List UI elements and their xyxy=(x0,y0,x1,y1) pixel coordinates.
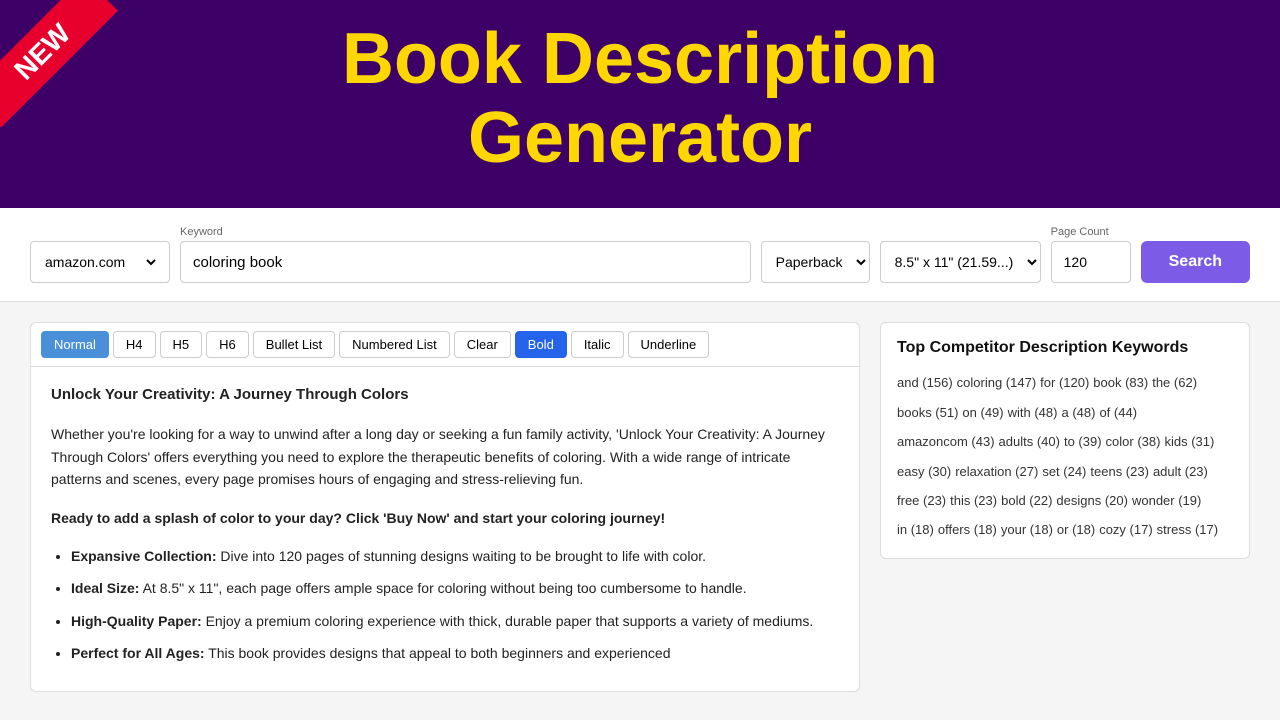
keyword-tag: color (38) xyxy=(1106,430,1161,453)
toolbar-h6[interactable]: H6 xyxy=(206,331,249,358)
keyword-tag: coloring (147) xyxy=(957,371,1037,394)
bullet-text-0: Dive into 120 pages of stunning designs … xyxy=(220,548,706,564)
keywords-title: Top Competitor Description Keywords xyxy=(897,339,1233,357)
bullet-text-3: This book provides designs that appeal t… xyxy=(208,645,670,661)
keyword-tag: or (18) xyxy=(1057,518,1095,541)
editor-body: Whether you're looking for a way to unwi… xyxy=(51,423,839,490)
keyword-tag: of (44) xyxy=(1099,401,1137,424)
keyword-tag: your (18) xyxy=(1001,518,1053,541)
marketplace-field: amazon.com amazon.co.uk amazon.de xyxy=(30,238,170,283)
keyword-input[interactable] xyxy=(180,241,751,283)
new-badge-text: NEW xyxy=(0,0,118,127)
page-count-input[interactable] xyxy=(1051,241,1131,283)
search-bar: amazon.com amazon.co.uk amazon.de Keywor… xyxy=(0,208,1280,302)
size-select[interactable]: 8.5" x 11" (21.59...) 6" x 9" 5" x 8" xyxy=(880,241,1041,283)
keyword-tag: easy (30) xyxy=(897,460,951,483)
toolbar-bold[interactable]: Bold xyxy=(515,331,567,358)
keyword-tag: for (120) xyxy=(1040,371,1089,394)
editor-bullet-list: Expansive Collection: Dive into 120 page… xyxy=(51,545,839,665)
editor-content[interactable]: Unlock Your Creativity: A Journey Throug… xyxy=(31,367,859,690)
keywords-panel: Top Competitor Description Keywords and … xyxy=(880,322,1250,558)
title-line1: Book Description xyxy=(342,19,938,99)
keyword-tag: adult (23) xyxy=(1153,460,1208,483)
bullet-text-2: Enjoy a premium coloring experience with… xyxy=(206,613,814,629)
editor-heading: Unlock Your Creativity: A Journey Throug… xyxy=(51,383,839,407)
bullet-label-2: High-Quality Paper: xyxy=(71,613,202,629)
keyword-tag: books (51) xyxy=(897,401,958,424)
editor-toolbar: Normal H4 H5 H6 Bullet List Numbered Lis… xyxy=(31,323,859,367)
keyword-tag: this (23) xyxy=(950,489,997,512)
marketplace-select-wrapper[interactable]: amazon.com amazon.co.uk amazon.de xyxy=(30,241,170,283)
bullet-text-1: At 8.5" x 11", each page offers ample sp… xyxy=(143,580,747,596)
bullet-label-0: Expansive Collection: xyxy=(71,548,216,564)
list-item: Perfect for All Ages: This book provides… xyxy=(71,642,839,664)
keyword-tag: and (156) xyxy=(897,371,953,394)
keyword-tag: with (48) xyxy=(1008,401,1058,424)
keyword-tag: on (49) xyxy=(962,401,1003,424)
keyword-tag: the (62) xyxy=(1152,371,1197,394)
toolbar-numbered-list[interactable]: Numbered List xyxy=(339,331,450,358)
editor-cta: Ready to add a splash of color to your d… xyxy=(51,507,839,529)
bullet-label-1: Ideal Size: xyxy=(71,580,139,596)
toolbar-h5[interactable]: H5 xyxy=(160,331,203,358)
search-button[interactable]: Search xyxy=(1141,241,1250,283)
keyword-tag: teens (23) xyxy=(1090,460,1149,483)
keywords-cloud: and (156)coloring (147)for (120)book (83… xyxy=(897,371,1233,541)
toolbar-clear[interactable]: Clear xyxy=(454,331,511,358)
keyword-tag: adults (40) xyxy=(999,430,1060,453)
page-count-field: Page Count xyxy=(1051,226,1131,283)
list-item: Ideal Size: At 8.5" x 11", each page off… xyxy=(71,577,839,599)
keyword-tag: offers (18) xyxy=(938,518,997,541)
keyword-tag: stress (17) xyxy=(1157,518,1218,541)
main-content: Normal H4 H5 H6 Bullet List Numbered Lis… xyxy=(0,302,1280,711)
keyword-tag: to (39) xyxy=(1064,430,1102,453)
keyword-tag: cozy (17) xyxy=(1099,518,1152,541)
page-count-label: Page Count xyxy=(1051,226,1131,238)
editor-panel: Normal H4 H5 H6 Bullet List Numbered Lis… xyxy=(30,322,860,691)
keyword-tag: bold (22) xyxy=(1001,489,1052,512)
bullet-label-3: Perfect for All Ages: xyxy=(71,645,205,661)
toolbar-normal[interactable]: Normal xyxy=(41,331,109,358)
keyword-label: Keyword xyxy=(180,226,751,238)
size-field: 8.5" x 11" (21.59...) 6" x 9" 5" x 8" xyxy=(880,238,1041,283)
keyword-tag: a (48) xyxy=(1061,401,1095,424)
page-title: Book Description Generator xyxy=(40,20,1240,178)
format-select[interactable]: Paperback Hardcover eBook xyxy=(761,241,870,283)
keyword-tag: in (18) xyxy=(897,518,934,541)
keyword-tag: wonder (19) xyxy=(1132,489,1201,512)
toolbar-italic[interactable]: Italic xyxy=(571,331,624,358)
list-item: High-Quality Paper: Enjoy a premium colo… xyxy=(71,610,839,632)
keyword-tag: relaxation (27) xyxy=(955,460,1038,483)
marketplace-select[interactable]: amazon.com amazon.co.uk amazon.de xyxy=(41,253,159,271)
format-field: Paperback Hardcover eBook xyxy=(761,238,870,283)
keyword-tag: amazoncom (43) xyxy=(897,430,995,453)
list-item: Expansive Collection: Dive into 120 page… xyxy=(71,545,839,567)
header: NEW Book Description Generator xyxy=(0,0,1280,208)
keyword-tag: kids (31) xyxy=(1164,430,1214,453)
keyword-tag: designs (20) xyxy=(1056,489,1128,512)
new-badge: NEW xyxy=(0,0,160,160)
keyword-field: Keyword xyxy=(180,226,751,283)
keyword-tag: book (83) xyxy=(1093,371,1148,394)
toolbar-bullet-list[interactable]: Bullet List xyxy=(253,331,335,358)
keyword-tag: set (24) xyxy=(1042,460,1086,483)
title-line2: Generator xyxy=(468,98,812,178)
toolbar-h4[interactable]: H4 xyxy=(113,331,156,358)
toolbar-underline[interactable]: Underline xyxy=(628,331,710,358)
keyword-tag: free (23) xyxy=(897,489,946,512)
